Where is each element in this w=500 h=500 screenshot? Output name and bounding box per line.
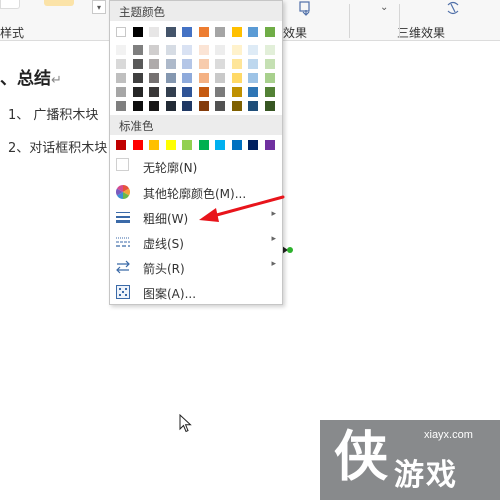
watermark-logo: 侠: [334, 424, 388, 488]
watermark-text: 游戏: [394, 458, 458, 493]
site-watermark: 侠 xiayx.com 游戏: [320, 420, 500, 500]
mouse-pointer-icon: [179, 414, 192, 433]
watermark-url: xiayx.com: [424, 429, 473, 441]
